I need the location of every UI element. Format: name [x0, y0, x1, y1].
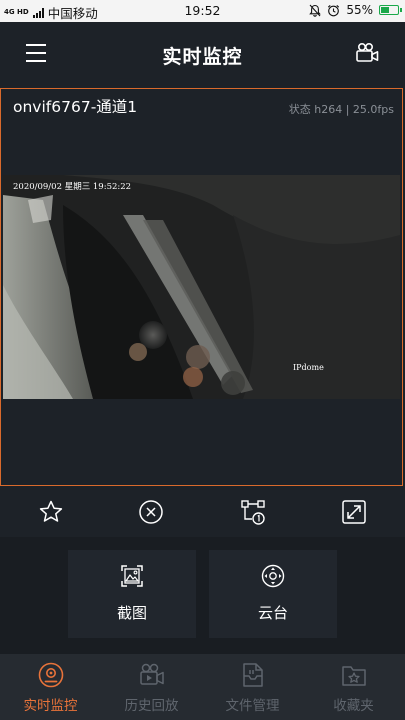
- video-camera-icon[interactable]: [355, 42, 379, 64]
- bottom-tab-bar: 实时监控 历史回放 文件管理 收藏夹: [0, 654, 405, 720]
- osd-brand: IPdome: [293, 363, 324, 372]
- video-image: [3, 175, 400, 399]
- screenshot-button[interactable]: 截图: [68, 550, 196, 638]
- tool-panel: 截图 云台: [0, 537, 405, 654]
- tab-favorites[interactable]: 收藏夹: [303, 654, 404, 720]
- battery-percent: 55%: [346, 3, 373, 17]
- battery-fill: [381, 7, 390, 13]
- battery-icon: [379, 5, 402, 15]
- live-video-feed[interactable]: 2020/09/02 星期三 19:52:22 IPdome: [3, 175, 400, 399]
- osd-timestamp: 2020/09/02 星期三 19:52:22: [13, 182, 132, 192]
- live-monitor-icon: [38, 662, 64, 688]
- ptz-label: 云台: [257, 604, 288, 622]
- file-manager-icon: [243, 663, 263, 687]
- ptz-control-icon: [261, 564, 285, 588]
- close-circle-icon[interactable]: [138, 499, 164, 525]
- video-action-bar: [0, 487, 405, 537]
- star-icon[interactable]: [38, 499, 64, 525]
- channel-name: onvif6767-通道1: [13, 98, 138, 116]
- page-title: 实时监控: [162, 46, 243, 68]
- status-bar: 4G HD 中国移动 19:52 55%: [0, 0, 405, 22]
- app-header: 实时监控: [0, 22, 405, 86]
- ptz-button[interactable]: 云台: [209, 550, 337, 638]
- mute-bell-icon: [309, 4, 322, 17]
- tab-file-manager[interactable]: 文件管理: [202, 654, 303, 720]
- alarm-clock-icon: [328, 4, 340, 16]
- favorites-icon: [342, 666, 366, 686]
- stream-switch-icon[interactable]: [240, 499, 266, 525]
- stream-info: 状态 h264 | 25.0fps: [288, 103, 394, 116]
- tab-label: 历史回放: [124, 698, 179, 714]
- screenshot-label: 截图: [116, 604, 147, 622]
- tab-label: 文件管理: [225, 698, 280, 714]
- fullscreen-icon[interactable]: [341, 499, 367, 525]
- video-panel[interactable]: onvif6767-通道1 状态 h264 | 25.0fps 2020/09/…: [0, 88, 403, 486]
- tab-label: 实时监控: [23, 698, 78, 714]
- tab-label: 收藏夹: [333, 698, 374, 714]
- tab-live-monitor[interactable]: 实时监控: [0, 654, 101, 720]
- tab-history-playback[interactable]: 历史回放: [101, 654, 202, 720]
- status-right: 55%: [309, 3, 402, 17]
- screenshot-image-icon: [121, 565, 143, 587]
- playback-icon: [140, 663, 164, 685]
